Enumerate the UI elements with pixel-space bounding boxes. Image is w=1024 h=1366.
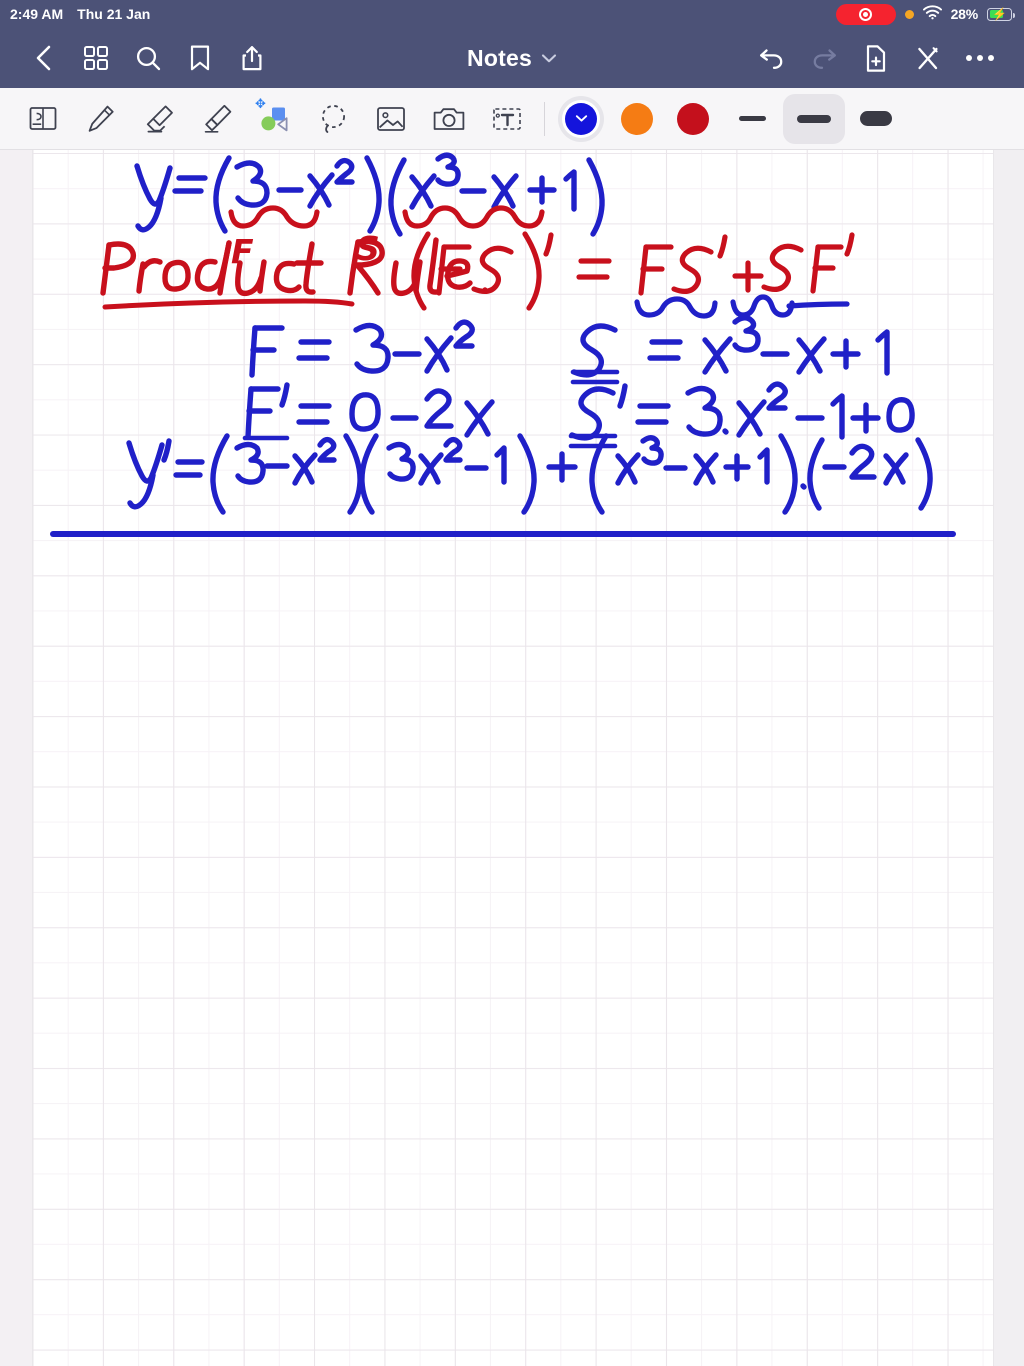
status-bar-left: 2:49 AM Thu 21 Jan bbox=[10, 6, 150, 22]
status-time: 2:49 AM bbox=[10, 6, 64, 22]
wifi-icon bbox=[922, 5, 942, 23]
ink-product-rule bbox=[100, 237, 489, 297]
text-tool[interactable] bbox=[478, 94, 536, 144]
bookmark-button[interactable] bbox=[174, 32, 226, 84]
chevron-down-icon bbox=[575, 114, 588, 123]
search-button[interactable] bbox=[122, 32, 174, 84]
color-swatch-blue[interactable] bbox=[553, 93, 609, 145]
grid-four-squares-icon bbox=[84, 46, 108, 70]
note-page[interactable]: F S bbox=[33, 150, 993, 1366]
ink-Fprime-def bbox=[245, 382, 495, 440]
toolbar-divider bbox=[544, 101, 545, 136]
photo-icon bbox=[377, 106, 405, 131]
page-left-margin bbox=[0, 150, 33, 1366]
eraser-icon bbox=[146, 105, 173, 132]
search-icon bbox=[136, 46, 160, 70]
pen-tool[interactable] bbox=[72, 94, 130, 144]
ink-fs-formula bbox=[411, 231, 855, 311]
ink-S-double-underline bbox=[570, 369, 620, 385]
lasso-select-tool[interactable] bbox=[304, 94, 362, 144]
page-right-margin bbox=[993, 150, 1024, 1366]
ink-final-line bbox=[126, 433, 933, 515]
ink-line-1 bbox=[134, 155, 382, 234]
navigation-bar-right bbox=[746, 32, 1006, 84]
status-date: Thu 21 Jan bbox=[77, 6, 151, 22]
camera-icon bbox=[433, 107, 465, 130]
notes-app-window: 2:49 AM Thu 21 Jan 28% ⚡ Notes ✥ F S bbox=[0, 0, 1024, 1366]
page-thumbnails-button[interactable] bbox=[70, 32, 122, 84]
color-swatch-orange[interactable] bbox=[609, 93, 665, 145]
page-title[interactable]: Notes bbox=[467, 45, 532, 72]
ink-Sprime-def bbox=[569, 381, 915, 441]
redo-arrow-icon bbox=[813, 49, 836, 69]
ink-S-def bbox=[571, 315, 890, 378]
grid-lines-major bbox=[33, 150, 993, 1366]
microphone-in-use-dot-icon bbox=[904, 9, 914, 19]
highlighter-tool[interactable] bbox=[188, 94, 246, 144]
ellipsis-icon bbox=[966, 55, 994, 61]
ink-label-S: S bbox=[356, 229, 380, 268]
camera-tool[interactable] bbox=[420, 94, 478, 144]
pencil-icon bbox=[88, 105, 114, 132]
chevron-left-icon bbox=[36, 45, 51, 71]
more-button[interactable] bbox=[954, 32, 1006, 84]
bookmark-icon bbox=[190, 45, 210, 71]
stroke-thick-bar bbox=[860, 111, 892, 126]
battery-percent-label: 28% bbox=[950, 6, 979, 22]
stroke-thin-bar bbox=[738, 116, 766, 121]
note-canvas[interactable]: F S bbox=[0, 150, 1024, 1366]
chevron-down-icon[interactable] bbox=[541, 53, 557, 64]
grid-lines-minor bbox=[33, 150, 993, 1366]
document-plus-icon bbox=[866, 44, 886, 72]
bluetooth-icon: ✥ bbox=[255, 95, 266, 111]
back-button[interactable] bbox=[18, 32, 70, 84]
close-x-icon bbox=[918, 46, 938, 69]
close-button[interactable] bbox=[902, 32, 954, 84]
eraser-tool[interactable] bbox=[130, 94, 188, 144]
insert-image-tool[interactable] bbox=[362, 94, 420, 144]
lasso-dashed-circle-icon bbox=[321, 104, 346, 133]
status-bar: 2:49 AM Thu 21 Jan 28% ⚡ bbox=[0, 0, 1024, 28]
undo-arrow-icon bbox=[760, 49, 783, 69]
screen-recording-pill-icon[interactable] bbox=[835, 3, 896, 25]
add-page-button[interactable] bbox=[850, 32, 902, 84]
stroke-width-thick[interactable] bbox=[845, 94, 907, 144]
ink-underbrace-F bbox=[228, 205, 320, 229]
ink-product-rule-underline bbox=[102, 298, 355, 310]
page-layout-tool[interactable] bbox=[14, 94, 72, 144]
highlighter-icon bbox=[204, 104, 232, 133]
ink-line-1b bbox=[388, 152, 605, 237]
share-upload-icon bbox=[242, 46, 262, 71]
text-box-icon bbox=[493, 107, 521, 130]
page-flip-icon bbox=[29, 106, 57, 130]
stroke-width-thin[interactable] bbox=[721, 94, 783, 144]
handwritten-ink-layer: F S bbox=[50, 152, 956, 537]
stroke-medium-bar bbox=[797, 114, 831, 123]
navigation-bar: Notes bbox=[0, 28, 1024, 88]
undo-button[interactable] bbox=[746, 32, 798, 84]
ink-fs-underbraces bbox=[634, 294, 850, 319]
status-bar-right: 28% ⚡ bbox=[835, 3, 1015, 25]
ink-underbrace-S bbox=[402, 205, 545, 229]
redo-button[interactable] bbox=[798, 32, 850, 84]
share-button[interactable] bbox=[226, 32, 278, 84]
drawing-toolbar: ✥ bbox=[0, 88, 1024, 150]
ink-label-F: F bbox=[231, 232, 254, 271]
ink-Sprime-double-underline bbox=[568, 433, 618, 449]
battery-charging-icon: ⚡ bbox=[987, 7, 1015, 21]
shapes-tool[interactable]: ✥ bbox=[246, 94, 304, 144]
color-swatch-red[interactable] bbox=[665, 93, 721, 145]
ink-F-def bbox=[249, 319, 475, 378]
stroke-width-medium[interactable] bbox=[783, 93, 845, 144]
